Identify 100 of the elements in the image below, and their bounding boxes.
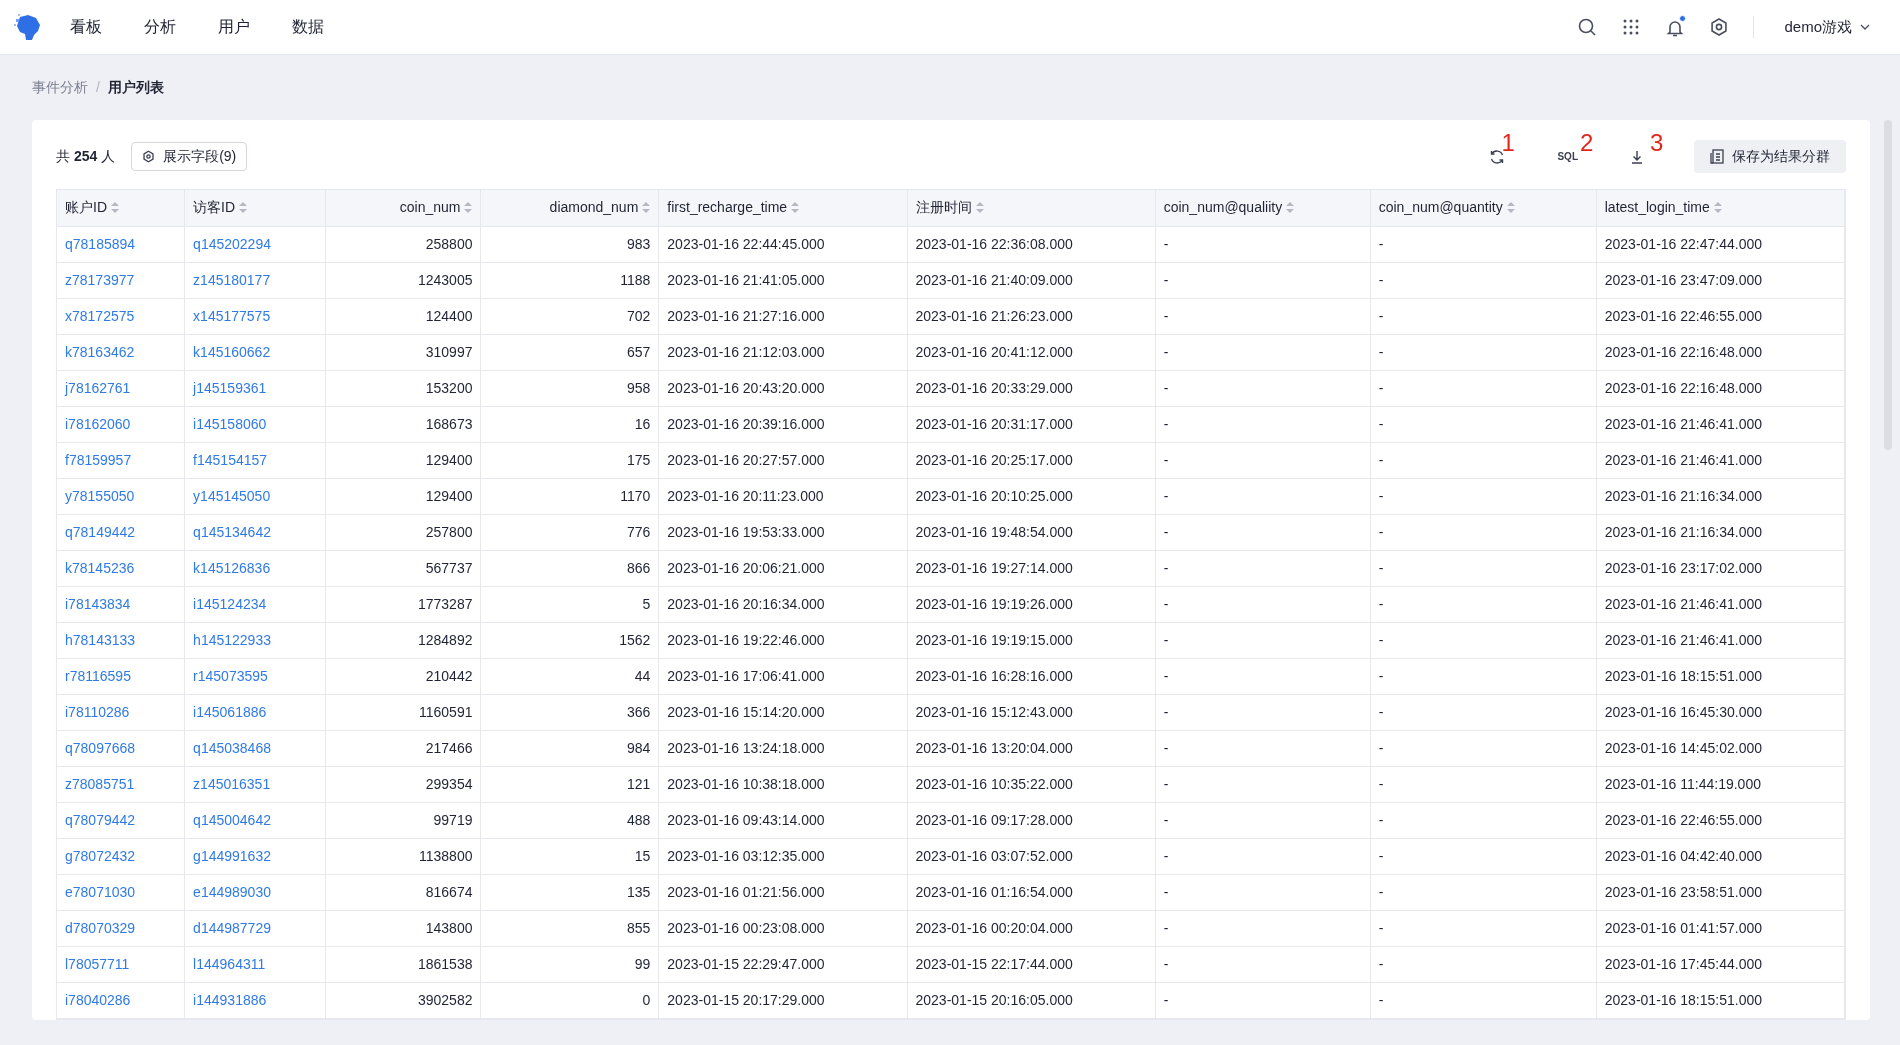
- user-id-link[interactable]: h78143133: [65, 631, 136, 648]
- sort-icon[interactable]: [1286, 202, 1295, 214]
- user-id-link[interactable]: g78072432: [65, 847, 136, 864]
- table-cell: 2023-01-16 22:46:55.000: [1596, 802, 1845, 838]
- column-header[interactable]: coin_num: [325, 190, 481, 226]
- nav-tab[interactable]: 用户: [216, 15, 252, 39]
- user-id-link[interactable]: h145122933: [193, 631, 271, 648]
- table-cell: 2023-01-16 21:16:34.000: [1596, 514, 1845, 550]
- breadcrumb-current: 用户列表: [107, 78, 164, 97]
- sort-icon[interactable]: [791, 202, 800, 214]
- table-cell: -: [1155, 406, 1371, 442]
- settings-icon: [142, 150, 156, 163]
- column-header[interactable]: 账户ID: [57, 190, 185, 226]
- user-id-link[interactable]: k78145236: [65, 559, 135, 576]
- table-cell: -: [1370, 226, 1597, 262]
- user-id-link[interactable]: x78172575: [65, 307, 135, 324]
- user-id-link[interactable]: g144991632: [193, 847, 271, 864]
- table-cell: 2023-01-16 18:15:51.000: [1596, 658, 1845, 694]
- column-header[interactable]: latest_login_time: [1596, 190, 1845, 226]
- table-cell: -: [1370, 982, 1597, 1018]
- user-id-link[interactable]: y78155050: [65, 487, 135, 504]
- user-id-link[interactable]: i78110286: [65, 703, 130, 720]
- user-id-link[interactable]: f145154157: [193, 451, 268, 468]
- user-id-link[interactable]: k78163462: [65, 343, 135, 360]
- user-id-link[interactable]: q78185894: [65, 235, 136, 252]
- user-id-link[interactable]: q78097668: [65, 739, 136, 756]
- settings-icon[interactable]: [1709, 17, 1730, 37]
- user-id-link[interactable]: z145016351: [193, 775, 271, 792]
- table-cell: 855: [481, 910, 659, 946]
- table-cell: 5: [481, 586, 659, 622]
- sort-icon[interactable]: [464, 202, 473, 214]
- search-icon[interactable]: [1577, 17, 1598, 37]
- user-id-link[interactable]: i78040286: [65, 991, 131, 1008]
- user-id-link[interactable]: q78149442: [65, 523, 136, 540]
- sort-icon[interactable]: [975, 202, 984, 214]
- sort-icon[interactable]: [1506, 202, 1515, 214]
- table-cell: 1284892: [325, 622, 481, 658]
- table-cell: 153200: [325, 370, 481, 406]
- user-id-link[interactable]: k145126836: [193, 559, 271, 576]
- user-id-link[interactable]: q78079442: [65, 811, 136, 828]
- save-segment-button[interactable]: 保存为结果分群: [1694, 140, 1846, 173]
- user-id-link[interactable]: j78162761: [65, 379, 131, 396]
- table-cell: 2023-01-16 21:16:34.000: [1596, 478, 1845, 514]
- table-cell: -: [1155, 658, 1371, 694]
- column-header[interactable]: 访客ID: [184, 190, 326, 226]
- user-id-link[interactable]: e78071030: [65, 883, 136, 900]
- user-id-link[interactable]: l78057711: [65, 955, 130, 972]
- user-id-link[interactable]: i145061886: [193, 703, 267, 720]
- table-cell: -: [1155, 586, 1371, 622]
- user-id-link[interactable]: i145124234: [193, 595, 267, 612]
- sort-icon[interactable]: [642, 202, 651, 214]
- table-cell: 488: [481, 802, 659, 838]
- caret-icon: [1860, 24, 1870, 30]
- nav-tab[interactable]: 数据: [290, 15, 326, 39]
- column-header[interactable]: coin_num@qualiity: [1155, 190, 1371, 226]
- sql-button[interactable]: SQL: [1555, 147, 1580, 166]
- sort-icon[interactable]: [239, 202, 248, 214]
- user-id-link[interactable]: r78116595: [65, 667, 131, 684]
- user-id-link[interactable]: k145160662: [193, 343, 271, 360]
- user-id-link[interactable]: e144989030: [193, 883, 271, 900]
- user-id-link[interactable]: z78085751: [65, 775, 135, 792]
- user-id-link[interactable]: x145177575: [193, 307, 271, 324]
- user-id-link[interactable]: y145145050: [193, 487, 271, 504]
- user-id-link[interactable]: q145202294: [193, 235, 271, 252]
- column-header[interactable]: coin_num@quantity: [1370, 190, 1597, 226]
- table-cell: 1861538: [325, 946, 481, 982]
- sort-icon[interactable]: [111, 202, 119, 214]
- table-cell: 2023-01-16 22:36:08.000: [907, 226, 1156, 262]
- user-id-link[interactable]: j145159361: [193, 379, 267, 396]
- column-header[interactable]: diamond_num: [481, 190, 659, 226]
- table-cell: 2023-01-16 01:21:56.000: [658, 874, 907, 910]
- project-dropdown[interactable]: demo游戏: [1778, 14, 1876, 40]
- column-header[interactable]: first_recharge_time: [658, 190, 907, 226]
- user-id-link[interactable]: l144964311: [193, 955, 266, 972]
- user-id-link[interactable]: q145134642: [193, 523, 271, 540]
- nav-tab[interactable]: 看板: [68, 15, 104, 39]
- user-id-link[interactable]: i78162060: [65, 415, 131, 432]
- user-id-link[interactable]: f78159957: [65, 451, 132, 468]
- user-id-link[interactable]: r145073595: [193, 667, 268, 684]
- breadcrumb-link[interactable]: 事件分析: [32, 77, 88, 98]
- table-cell: -: [1155, 334, 1371, 370]
- user-id-link[interactable]: i78143834: [65, 595, 131, 612]
- table-cell: 2023-01-16 03:12:35.000: [658, 838, 907, 874]
- user-id-link[interactable]: q145038468: [193, 739, 271, 756]
- user-id-link[interactable]: d78070329: [65, 919, 136, 936]
- table-cell: 310997: [325, 334, 481, 370]
- user-id-link[interactable]: d144987729: [193, 919, 271, 936]
- display-fields-button[interactable]: 展示字段(9): [131, 142, 248, 171]
- nav-tab[interactable]: 分析: [142, 15, 178, 39]
- table-cell: -: [1155, 802, 1371, 838]
- user-id-link[interactable]: q145004642: [193, 811, 271, 828]
- table-cell: 2023-01-16 19:48:54.000: [907, 514, 1156, 550]
- table-cell: 2023-01-16 01:16:54.000: [907, 874, 1156, 910]
- user-id-link[interactable]: z145180177: [193, 271, 271, 288]
- user-id-link[interactable]: i145158060: [193, 415, 267, 432]
- column-header[interactable]: 注册时间: [907, 190, 1156, 226]
- user-id-link[interactable]: z78173977: [65, 271, 135, 288]
- sort-icon[interactable]: [1713, 202, 1722, 214]
- user-id-link[interactable]: i144931886: [193, 991, 267, 1008]
- table-cell: -: [1370, 766, 1597, 802]
